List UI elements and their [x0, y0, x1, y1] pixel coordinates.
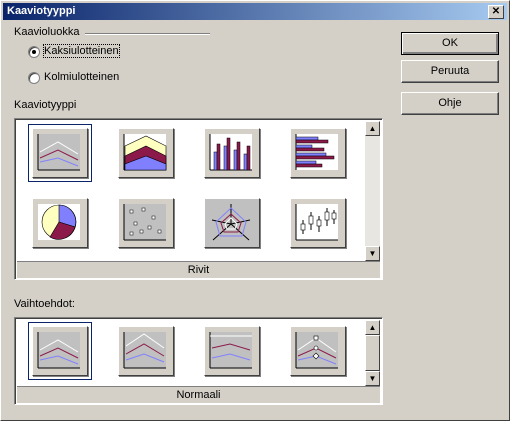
stock-chart-icon[interactable] — [290, 198, 346, 248]
scroll-down-icon[interactable]: ▼ — [365, 371, 380, 386]
variants-scrollbar[interactable]: ▲ ▼ — [365, 320, 380, 386]
chart-type-gallery: ▲ ▼ Rivit — [14, 118, 383, 280]
line-normal-icon[interactable] — [28, 322, 92, 380]
title-bar: Kaaviotyyppi ✕ — [3, 3, 507, 20]
radio-selected-dot — [32, 50, 36, 54]
net-chart-icon[interactable] — [204, 198, 260, 248]
line-stacked-icon[interactable] — [118, 326, 174, 376]
close-button[interactable]: ✕ — [488, 5, 504, 19]
scroll-down-icon[interactable]: ▼ — [365, 246, 380, 261]
radio-3d[interactable] — [28, 72, 40, 84]
chart-type-label: Kaaviotyyppi — [14, 99, 77, 111]
group-divider — [85, 33, 210, 35]
variants-gallery: ▲ ▼ Normaali — [14, 317, 383, 405]
scroll-up-icon[interactable]: ▲ — [365, 121, 380, 136]
radio-3d-label[interactable]: Kolmiulotteinen — [44, 71, 119, 83]
scatter-chart-icon[interactable] — [118, 198, 174, 248]
dialog-title: Kaaviotyyppi — [7, 5, 76, 17]
radio-2d-label[interactable]: Kaksiulotteinen — [43, 44, 120, 58]
line-percent-icon[interactable] — [204, 326, 260, 376]
line-chart-icon[interactable] — [28, 124, 92, 182]
area-chart-icon[interactable] — [118, 128, 174, 178]
variants-caption: Normaali — [17, 386, 380, 403]
chart-type-scrollbar[interactable]: ▲ ▼ — [365, 121, 380, 261]
scroll-up-icon[interactable]: ▲ — [365, 320, 380, 335]
chart-class-label: Kaavioluokka — [14, 26, 80, 38]
chart-type-dialog: Kaaviotyyppi ✕ Kaavioluokka Kaksiulottei… — [0, 0, 510, 421]
variants-label: Vaihtoehdot: — [14, 298, 75, 310]
chart-type-caption: Rivit — [17, 261, 380, 278]
ok-button[interactable]: OK — [401, 32, 499, 55]
scroll-thumb[interactable] — [365, 335, 380, 371]
line-symbols-icon[interactable] — [290, 326, 346, 376]
radio-2d[interactable] — [28, 46, 40, 58]
column-chart-icon[interactable] — [204, 128, 260, 178]
cancel-button[interactable]: Peruuta — [401, 60, 499, 83]
pie-chart-icon[interactable] — [32, 198, 88, 248]
bar-chart-icon[interactable] — [290, 128, 346, 178]
help-button[interactable]: Ohje — [401, 92, 499, 115]
